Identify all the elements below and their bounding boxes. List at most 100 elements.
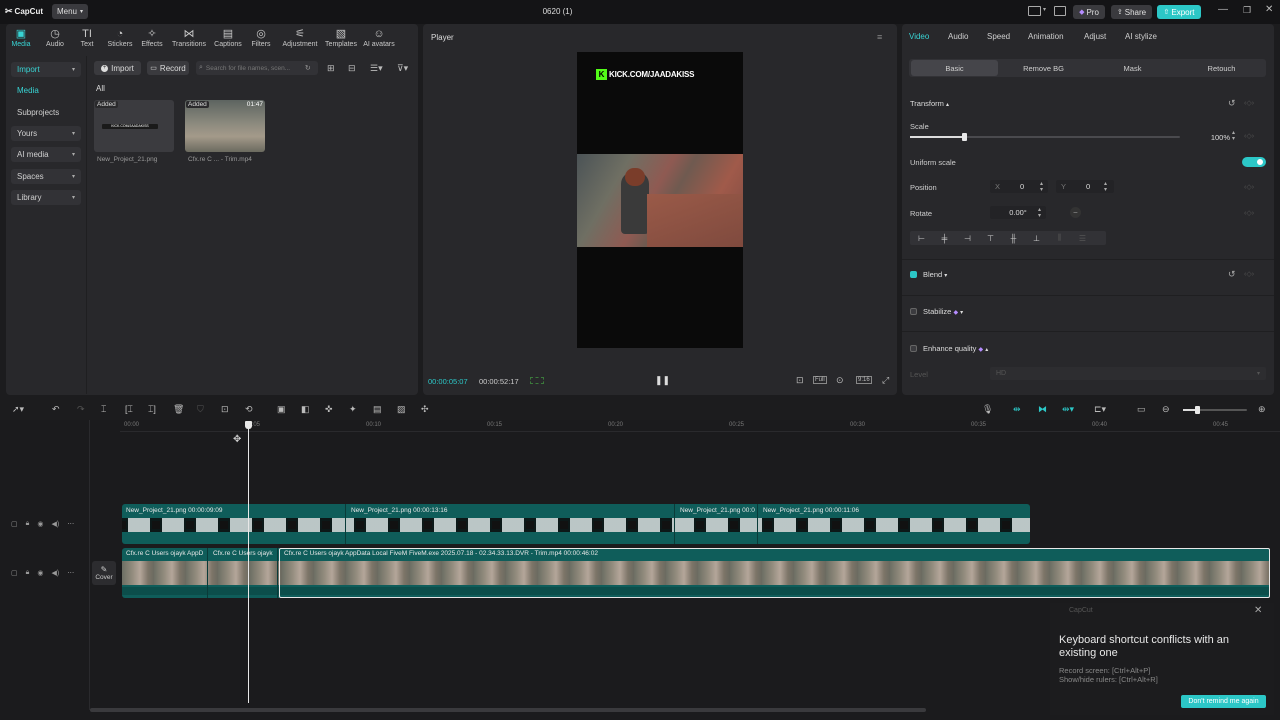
rotate-dial-icon[interactable]: – <box>1070 207 1081 218</box>
distribute-v-icon[interactable]: ☰ <box>1071 234 1094 243</box>
reset-icon[interactable]: ↺ <box>1228 98 1236 109</box>
tool-media[interactable]: ▣ Media <box>4 27 38 51</box>
split-right-icon[interactable]: ⌶] <box>148 404 156 415</box>
eye-icon[interactable]: ◉ <box>37 569 43 577</box>
tab-speed[interactable]: Speed <box>987 32 1010 41</box>
shield-icon[interactable]: ⛉ <box>197 404 204 415</box>
keyframe-icon[interactable]: ‹◇› <box>1244 132 1254 140</box>
track-visibility-icon[interactable]: ▢ <box>11 569 18 577</box>
lock-icon[interactable]: 🔒︎ <box>26 569 30 577</box>
lock-icon[interactable]: 🔒︎ <box>26 520 30 528</box>
crop-icon[interactable]: ⊡ <box>796 375 804 386</box>
zoom-out-icon[interactable]: ⊖ <box>1162 404 1170 415</box>
sidebar-item-yours[interactable]: Yours ▾ <box>11 126 81 141</box>
keyboard-icon[interactable] <box>1054 6 1066 16</box>
zoom-slider-handle[interactable] <box>1195 406 1200 414</box>
stabilize-heading[interactable]: Stabilize ◆ ▾ <box>923 307 963 316</box>
track-visibility-icon[interactable]: ▢ <box>11 520 18 528</box>
restore-icon[interactable]: ❐ <box>1243 5 1251 16</box>
dont-remind-button[interactable]: Don't remind me again <box>1181 695 1266 708</box>
ai-tool-icon[interactable]: ✣ <box>421 404 429 415</box>
undo-icon[interactable]: ↶ <box>52 404 60 415</box>
sidebar-item-subprojects[interactable]: Subprojects <box>11 105 81 120</box>
media-item[interactable]: Added 01:47 <box>185 100 265 152</box>
export-button[interactable]: ⇧ Export <box>1157 5 1201 19</box>
stabilize-checkbox[interactable] <box>910 308 917 315</box>
captions-tool-icon[interactable]: ▤ <box>373 404 382 415</box>
blend-heading[interactable]: Blend ▾ <box>923 270 947 279</box>
playhead-handle[interactable] <box>245 421 252 429</box>
folder-icon[interactable]: ⊞ <box>327 63 335 74</box>
playhead[interactable] <box>248 423 249 703</box>
speaker-icon[interactable]: ◀) <box>51 569 59 577</box>
scale-slider[interactable] <box>910 133 1180 141</box>
mirror-icon[interactable]: ◧ <box>301 404 310 415</box>
tool-text[interactable]: TI Text <box>70 27 104 51</box>
tool-audio[interactable]: ◷ Audio <box>38 27 72 51</box>
search-input[interactable]: ⌕ Search for file names, scen... ↻ <box>196 61 318 75</box>
keyframe-icon[interactable]: ‹◇› <box>1244 183 1254 191</box>
tool-filters[interactable]: ◎ Filters <box>244 27 278 51</box>
import-button[interactable]: + Import <box>94 61 141 75</box>
level-select[interactable]: HD ▾ <box>990 367 1266 380</box>
media-replace-icon[interactable]: ▣ <box>277 404 286 415</box>
tool-adjustment[interactable]: ⚟ Adjustment <box>281 27 319 51</box>
blend-checkbox[interactable] <box>910 271 917 278</box>
subtab-retouch[interactable]: Retouch <box>1178 60 1265 76</box>
align-left-icon[interactable]: ⊢ <box>910 234 933 243</box>
subtab-remove-bg[interactable]: Remove BG <box>1000 60 1087 76</box>
magnet-icon[interactable]: ⧓ <box>1038 404 1047 415</box>
split-left-icon[interactable]: [⌶ <box>125 404 133 415</box>
record-button[interactable]: ▭ Record <box>147 61 189 75</box>
media-item[interactable]: KICK.COM/JAADAKISS Added <box>94 100 174 152</box>
tool-captions[interactable]: ▤ Captions <box>211 27 245 51</box>
ratio-button[interactable]: 9:16 <box>856 376 872 384</box>
layout-icon[interactable] <box>1028 6 1041 16</box>
tool-transitions[interactable]: ⋈ Transitions <box>172 27 206 51</box>
screen-icon[interactable]: ▭ <box>1137 404 1146 415</box>
transform-heading[interactable]: Transform ▴ <box>910 99 949 108</box>
scale-stepper-icon[interactable]: ▴ ▾ <box>1232 130 1235 142</box>
sidebar-item-spaces[interactable]: Spaces ▾ <box>11 169 81 184</box>
sidebar-item-library[interactable]: Library ▾ <box>11 190 81 205</box>
microphone-icon[interactable]: 🎙 <box>982 404 993 415</box>
keyframe-icon[interactable]: ‹◇› <box>1244 99 1254 107</box>
grid-view-icon[interactable]: ⊟ <box>348 63 356 74</box>
zoom-slider[interactable] <box>1183 406 1247 414</box>
enhance-quality-heading[interactable]: Enhance quality ◆ ▴ <box>923 344 988 353</box>
uniform-scale-toggle[interactable] <box>1242 157 1266 167</box>
tab-video[interactable]: Video <box>909 32 929 41</box>
position-y-stepper-icon[interactable]: ▴ ▾ <box>1104 181 1107 193</box>
tool-templates[interactable]: ▧ Templates <box>322 27 360 51</box>
subtab-basic[interactable]: Basic <box>911 60 998 76</box>
tool-stickers[interactable]: ◔ Stickers <box>103 27 137 51</box>
redo-icon[interactable]: ↷ <box>77 404 85 415</box>
align-bottom-icon[interactable]: ⊥ <box>1025 234 1048 243</box>
reset-icon[interactable]: ↺ <box>1228 269 1236 280</box>
distribute-h-icon[interactable]: ⫼ <box>1048 233 1071 243</box>
full-quality-button[interactable]: Full <box>813 376 827 384</box>
tab-ai-stylize[interactable]: AI stylize <box>1125 32 1157 41</box>
delete-icon[interactable]: 🗑 <box>173 404 184 415</box>
keyframe-icon[interactable]: ‹◇› <box>1244 270 1254 278</box>
player-menu-icon[interactable]: ≡ <box>877 32 882 42</box>
more-icon[interactable]: ⋯ <box>67 520 74 528</box>
position-x-stepper-icon[interactable]: ▴ ▾ <box>1040 181 1043 193</box>
keyframe-icon[interactable]: ‹◇› <box>1244 209 1254 217</box>
filter-icon[interactable]: ⊽▾ <box>397 63 408 74</box>
preview-axis-icon[interactable]: ⊏▾ <box>1094 404 1106 415</box>
sidebar-item-ai-media[interactable]: AI media ▾ <box>11 147 81 162</box>
freeze-icon[interactable]: ▨ <box>397 404 406 415</box>
link-main-track-icon[interactable]: ⇹ <box>1013 404 1021 415</box>
split-icon[interactable]: ⌶ <box>101 404 106 415</box>
tab-adjust[interactable]: Adjust <box>1084 32 1106 41</box>
screenshot-icon[interactable]: ⊙ <box>836 375 844 386</box>
speaker-icon[interactable]: ◀) <box>51 520 59 528</box>
scale-slider-handle[interactable] <box>962 133 967 141</box>
more-icon[interactable]: ⋯ <box>67 569 74 577</box>
pro-button[interactable]: ◆ Pro <box>1073 5 1105 19</box>
filter-all-label[interactable]: All <box>96 84 105 93</box>
auto-reframe-icon[interactable]: ⟲ <box>245 404 253 415</box>
tool-ai-avatars[interactable]: ☺ AI avatars <box>360 27 398 51</box>
select-tool-icon[interactable]: ➚▾ <box>12 404 24 415</box>
